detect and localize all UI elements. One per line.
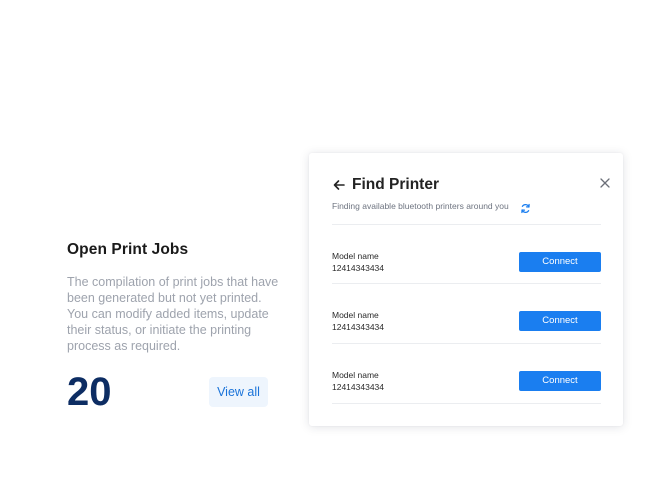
divider (332, 343, 601, 344)
find-printer-modal: Find Printer Finding available bluetooth… (309, 153, 623, 426)
divider (332, 403, 601, 404)
arrow-left-icon[interactable] (332, 178, 346, 192)
connect-button[interactable]: Connect (519, 311, 601, 331)
card-title: Open Print Jobs (67, 241, 189, 258)
refresh-icon[interactable] (520, 201, 531, 213)
open-print-jobs-card: Open Print Jobs The compilation of print… (67, 240, 282, 414)
printer-row: Model name 12414343434 Connect (332, 310, 601, 340)
printer-model-name: Model name (332, 310, 379, 320)
connect-button[interactable]: Connect (519, 371, 601, 391)
modal-header: Find Printer (332, 175, 439, 195)
modal-subtitle: Finding available bluetooth printers aro… (332, 201, 509, 211)
printer-id: 12414343434 (332, 322, 385, 332)
page: Open Print Jobs The compilation of print… (0, 0, 667, 495)
job-count: 20 (67, 370, 112, 414)
close-icon[interactable] (599, 176, 611, 188)
printer-row: Model name 12414343434 Connect (332, 251, 601, 281)
printer-row: Model name 12414343434 Connect (332, 370, 601, 400)
card-description: The compilation of print jobs that have … (67, 275, 279, 353)
printer-model-name: Model name (332, 251, 379, 261)
view-all-button[interactable]: View all (209, 377, 268, 407)
printer-model-name: Model name (332, 370, 379, 380)
connect-button[interactable]: Connect (519, 252, 601, 272)
printer-id: 12414343434 (332, 263, 385, 273)
modal-title: Find Printer (352, 176, 439, 193)
divider (332, 283, 601, 284)
printer-id: 12414343434 (332, 382, 385, 392)
subtitle-row: Finding available bluetooth printers aro… (332, 199, 531, 213)
divider (332, 224, 601, 225)
